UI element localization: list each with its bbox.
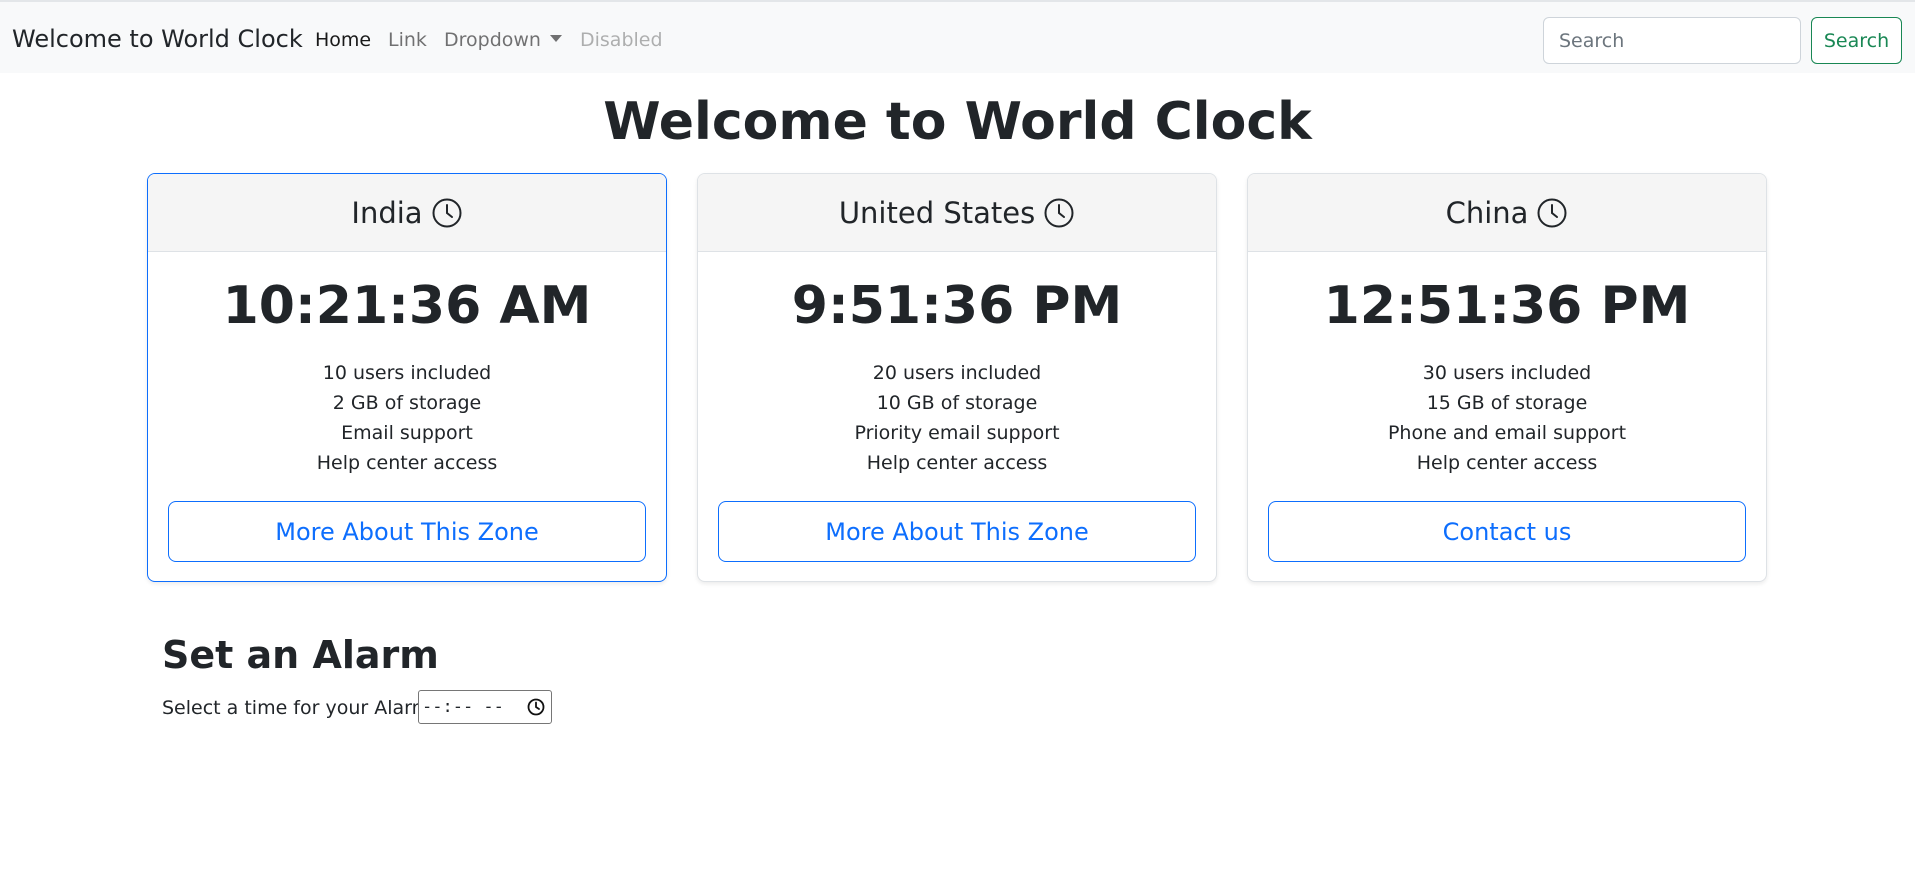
feature-item: Help center access [866, 452, 1048, 474]
feature-item: Email support [341, 422, 473, 444]
card-header: India [148, 174, 666, 252]
clock-icon [432, 198, 462, 227]
contact-us-button[interactable]: Contact us [1268, 501, 1746, 562]
feature-item: Help center access [316, 452, 498, 474]
feature-item: 15 GB of storage [1426, 392, 1588, 414]
card-country: United States [838, 195, 1036, 230]
card-india: India 10:21:36 AM 10 users included 2 GB… [147, 173, 667, 582]
alarm-time-input[interactable]: --:-- -- [418, 690, 552, 724]
nav-dropdown-label: Dropdown [444, 29, 541, 51]
alarm-title: Set an Alarm [162, 633, 439, 677]
card-china: China 12:51:36 PM 30 users included 15 G… [1247, 173, 1767, 582]
feature-item: 20 users included [872, 362, 1042, 384]
feature-item: 10 users included [322, 362, 492, 384]
alarm-time-value: --:-- -- [422, 697, 504, 717]
feature-item: Phone and email support [1387, 422, 1627, 444]
card-united-states: United States 9:51:36 PM 20 users includ… [697, 173, 1217, 582]
nav-link-disabled: Disabled [580, 29, 663, 51]
card-time: 10:21:36 AM [222, 276, 592, 336]
feature-item: Help center access [1416, 452, 1598, 474]
card-header: China [1248, 174, 1766, 252]
card-time: 9:51:36 PM [791, 276, 1123, 336]
feature-item: 2 GB of storage [332, 392, 482, 414]
clock-icon [1537, 198, 1567, 227]
caret-down-icon [549, 35, 562, 42]
clock-icon[interactable] [526, 697, 546, 717]
nav-link-link[interactable]: Link [388, 29, 427, 51]
feature-item: 30 users included [1422, 362, 1592, 384]
card-header: United States [698, 174, 1216, 252]
search-button[interactable]: Search [1811, 17, 1902, 64]
navbar: Welcome to World Clock Home Link Dropdow… [0, 0, 1915, 73]
nav-link-home[interactable]: Home [315, 29, 371, 51]
feature-item: 10 GB of storage [876, 392, 1038, 414]
page-title: Welcome to World Clock [603, 92, 1312, 152]
more-about-zone-button[interactable]: More About This Zone [718, 501, 1196, 562]
alarm-label: Select a time for your Alarm: [162, 697, 437, 719]
search-input[interactable] [1543, 17, 1801, 64]
card-country: China [1445, 195, 1529, 230]
card-country: India [351, 195, 423, 230]
navbar-brand[interactable]: Welcome to World Clock [12, 25, 303, 53]
feature-list: 20 users included 10 GB of storage Prior… [698, 358, 1216, 478]
feature-item: Priority email support [854, 422, 1060, 444]
clock-icon [1044, 198, 1074, 227]
feature-list: 10 users included 2 GB of storage Email … [148, 358, 666, 478]
nav-dropdown[interactable]: Dropdown [444, 29, 562, 51]
card-time: 12:51:36 PM [1323, 276, 1691, 336]
more-about-zone-button[interactable]: More About This Zone [168, 501, 646, 562]
feature-list: 30 users included 15 GB of storage Phone… [1248, 358, 1766, 478]
